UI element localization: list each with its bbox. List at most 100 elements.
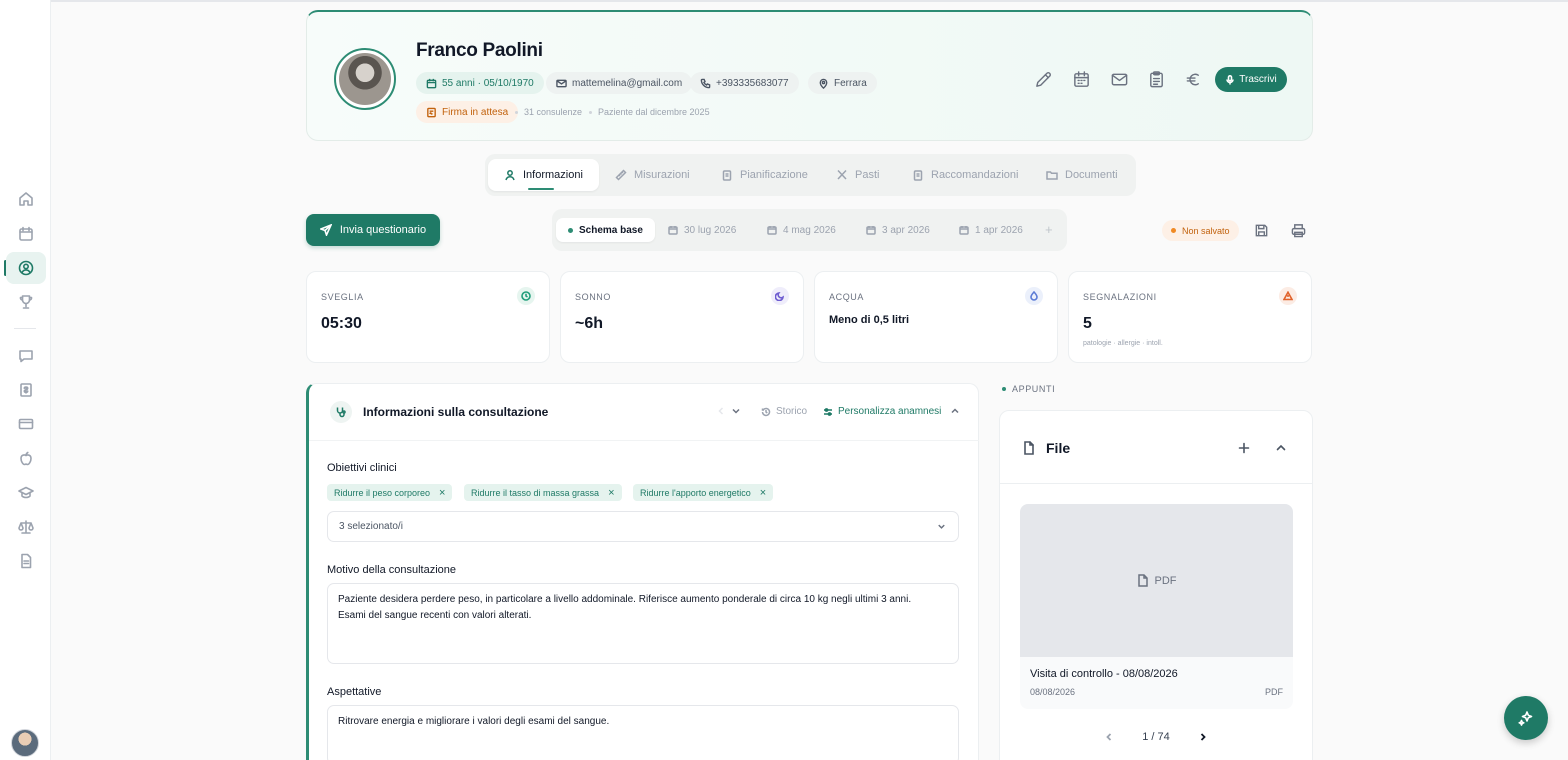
stat-subtext: patologie · allergie · intoll.: [1083, 340, 1163, 347]
graduation-cap-icon: [18, 486, 34, 499]
home-icon: [19, 192, 33, 206]
city-chip: Ferrara: [808, 72, 877, 94]
objective-text: Ridurre il tasso di massa grassa: [471, 487, 600, 498]
schema-label: Schema base: [579, 224, 643, 236]
water-icon: [1025, 287, 1043, 305]
chevron-down-icon: [938, 524, 945, 529]
sidebar-item-home[interactable]: [6, 183, 46, 215]
remove-tag-icon[interactable]: ×: [439, 487, 445, 499]
stat-card-water: ACQUA Meno di 0,5 litri: [814, 271, 1058, 363]
chevron-down-icon: [732, 408, 740, 414]
objectives-select[interactable]: 3 selezionato/i: [327, 511, 959, 542]
transcribe-button[interactable]: Trascrivi: [1215, 67, 1287, 92]
edit-button[interactable]: [1032, 68, 1054, 90]
sidebar-item-trophy[interactable]: [6, 286, 46, 318]
schema-date-tab[interactable]: 1 apr 2026: [959, 218, 1023, 242]
clipboard-button[interactable]: [1145, 68, 1167, 90]
calendar-icon: [19, 226, 33, 241]
tab-pianificazione[interactable]: Pianificazione: [721, 159, 808, 191]
customize-anamnesis-button[interactable]: Personalizza anamnesi: [823, 406, 941, 417]
sparkles-icon: [1518, 711, 1533, 726]
tab-label: Pasti: [855, 169, 880, 181]
schema-label: 1 apr 2026: [975, 224, 1023, 236]
add-file-button[interactable]: [1235, 439, 1253, 457]
chevron-left-icon[interactable]: [1104, 732, 1114, 742]
stat-card-alerts: SEGNALAZIONI 5 patologie · allergie · in…: [1068, 271, 1312, 363]
file-pagination: 1 / 74: [1000, 731, 1312, 743]
active-dot: [568, 227, 573, 233]
tab-misurazioni[interactable]: Misurazioni: [615, 159, 690, 191]
stat-value: ~6h: [575, 315, 604, 332]
schema-label: 30 lug 2026: [684, 224, 737, 236]
divider: [309, 440, 979, 441]
calendar-icon: [959, 226, 969, 235]
sidebar-item-education[interactable]: [6, 477, 46, 509]
sidebar-item-messages[interactable]: [6, 340, 46, 372]
email-text: mattemelina@gmail.com: [572, 77, 683, 89]
billing-button[interactable]: [1182, 68, 1204, 90]
stat-value: 05:30: [321, 315, 362, 332]
expectations-textarea[interactable]: Ritrovare energia e migliorare i valori …: [327, 705, 959, 760]
schedule-button[interactable]: [1070, 68, 1092, 90]
schema-base-tab[interactable]: Schema base: [556, 218, 655, 242]
schema-label: 4 mag 2026: [783, 224, 836, 236]
sliders-icon: [824, 407, 832, 416]
clock-icon: [517, 287, 535, 305]
collapse-button[interactable]: [950, 406, 960, 416]
schema-date-tab[interactable]: 30 lug 2026: [668, 218, 736, 242]
top-border: [0, 0, 1568, 2]
sidebar-item-scales[interactable]: [6, 511, 46, 543]
tab-raccomandazioni[interactable]: Raccomandazioni: [912, 159, 1018, 191]
tab-pasti[interactable]: Pasti: [836, 159, 879, 191]
reason-textarea[interactable]: Paziente desidera perdere peso, in parti…: [327, 583, 959, 664]
microphone-icon: [1226, 74, 1235, 84]
tab-informazioni[interactable]: Informazioni: [488, 159, 599, 191]
signature-status-badge[interactable]: Firma in attesa: [416, 101, 519, 123]
sidebar-item-patients[interactable]: [6, 252, 46, 284]
email-button[interactable]: [1108, 68, 1130, 90]
notes-label: APPUNTI: [1012, 384, 1056, 394]
stat-card-sleep: SONNO ~6h: [560, 271, 804, 363]
history-icon: [761, 407, 771, 416]
patient-name: Franco Paolini: [416, 40, 543, 61]
email-chip[interactable]: mattemelina@gmail.com: [546, 72, 693, 94]
stethoscope-icon: [330, 401, 352, 423]
schema-date-tab[interactable]: 4 mag 2026: [767, 218, 836, 242]
file-thumbnail[interactable]: PDF: [1020, 504, 1293, 657]
user-avatar[interactable]: [11, 729, 39, 757]
remove-tag-icon[interactable]: ×: [760, 487, 766, 499]
file-icon: [1020, 439, 1038, 457]
divider: [1000, 483, 1312, 484]
stat-value: Meno di 0,5 litri: [829, 314, 910, 326]
send-questionnaire-button[interactable]: Invia questionario: [306, 214, 440, 246]
phone-chip[interactable]: +393335683077: [690, 72, 799, 94]
thumbnail-label: PDF: [1154, 574, 1177, 587]
history-label: Storico: [776, 406, 808, 417]
tab-label: Pianificazione: [740, 169, 808, 181]
add-schema-button[interactable]: +: [1045, 222, 1053, 237]
moon-icon: [771, 287, 789, 305]
sidebar-item-foods[interactable]: [6, 443, 46, 475]
schema-date-tab[interactable]: 3 apr 2026: [866, 218, 930, 242]
collapse-files-button[interactable]: [1272, 439, 1290, 457]
euro-icon: [1186, 73, 1199, 85]
chevron-right-icon[interactable]: [1198, 732, 1208, 742]
remove-tag-icon[interactable]: ×: [608, 487, 614, 499]
tab-documenti[interactable]: Documenti: [1046, 159, 1118, 191]
print-button[interactable]: [1288, 220, 1308, 240]
save-button[interactable]: [1251, 220, 1271, 240]
sidebar-item-calendar[interactable]: [6, 218, 46, 250]
tab-label: Misurazioni: [634, 169, 690, 181]
patient-avatar[interactable]: [334, 48, 396, 110]
chevron-up-icon: [1276, 444, 1286, 451]
file-info[interactable]: Visita di controllo - 08/08/2026 08/08/2…: [1020, 657, 1293, 709]
nav-arrows[interactable]: [716, 406, 741, 416]
ai-assistant-button[interactable]: [1504, 696, 1548, 740]
sidebar-item-billing[interactable]: [6, 374, 46, 406]
unsaved-label: Non salvato: [1182, 225, 1230, 236]
stat-label: SONNO: [575, 292, 612, 302]
reason-label: Motivo della consultazione: [327, 564, 457, 576]
history-button[interactable]: Storico: [761, 406, 807, 417]
sidebar-item-payments[interactable]: [6, 408, 46, 440]
sidebar-item-documents[interactable]: [6, 545, 46, 577]
